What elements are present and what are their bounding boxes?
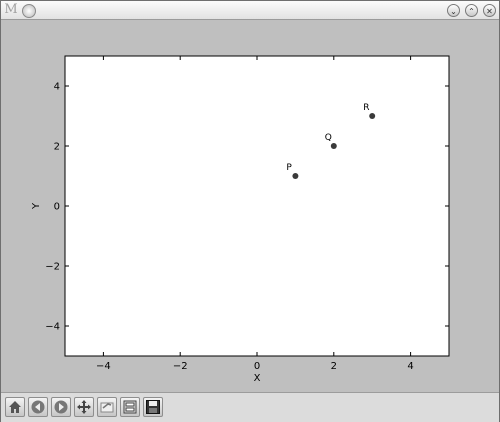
y-tick-label: −4 [45,322,60,333]
home-button[interactable] [5,397,25,417]
y-axis-label: Y [31,202,42,210]
save-button[interactable] [143,397,163,417]
x-tick-label: −2 [173,361,188,372]
point-label-q: Q [325,133,332,143]
back-icon [31,400,45,414]
window-menu-icon[interactable] [22,4,36,18]
data-point-p [292,173,299,179]
app-icon: M [4,2,18,17]
x-tick-label: 4 [407,361,413,372]
y-tick-label: −2 [45,262,60,273]
data-point-r [369,113,376,119]
minimize-button[interactable]: ⌄ [447,4,460,17]
subplots-button[interactable] [120,397,140,417]
pan-icon [77,400,91,414]
subplots-icon [123,400,137,414]
navigation-toolbar [1,392,499,422]
x-tick-label: −4 [96,361,111,372]
forward-button[interactable] [51,397,71,417]
x-tick-label: 0 [254,361,260,372]
x-axis-label: X [254,373,261,384]
save-icon [146,400,160,414]
close-button[interactable]: ✕ [483,4,496,17]
y-tick-label: 0 [54,202,60,213]
back-button[interactable] [28,397,48,417]
point-label-p: P [286,163,292,173]
forward-icon [54,400,68,414]
home-icon [9,401,21,413]
point-label-r: R [363,103,369,113]
figure-window: M ⌄ ⌃ ✕ −4 −2 0 2 4 −4 −2 0 2 4 P Q R X Y [0,0,500,422]
y-tick-label: 4 [54,82,60,93]
data-point-q [330,143,337,149]
maximize-button[interactable]: ⌃ [465,4,478,17]
x-tick-label: 2 [331,361,337,372]
pan-button[interactable] [74,397,94,417]
y-tick-label: 2 [54,142,60,153]
figure-canvas[interactable]: −4 −2 0 2 4 −4 −2 0 2 4 P Q R X Y [1,20,499,392]
scatter-chart: −4 −2 0 2 4 −4 −2 0 2 4 P Q R X Y [31,55,450,384]
axes-frame [64,55,450,357]
title-bar[interactable]: M ⌄ ⌃ ✕ [1,1,499,20]
zoom-rect-icon [100,402,114,413]
zoom-rect-button[interactable] [97,397,117,417]
